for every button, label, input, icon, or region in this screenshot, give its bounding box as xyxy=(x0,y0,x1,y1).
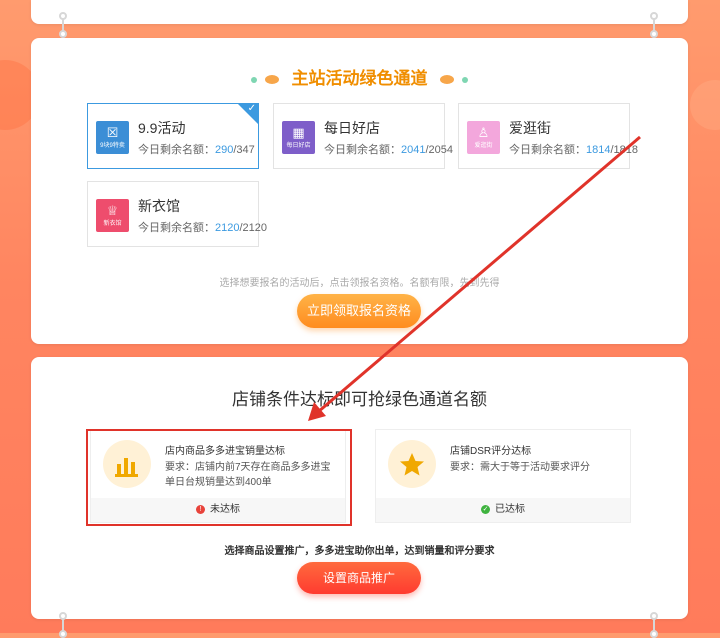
annotation-arrow xyxy=(308,135,641,421)
